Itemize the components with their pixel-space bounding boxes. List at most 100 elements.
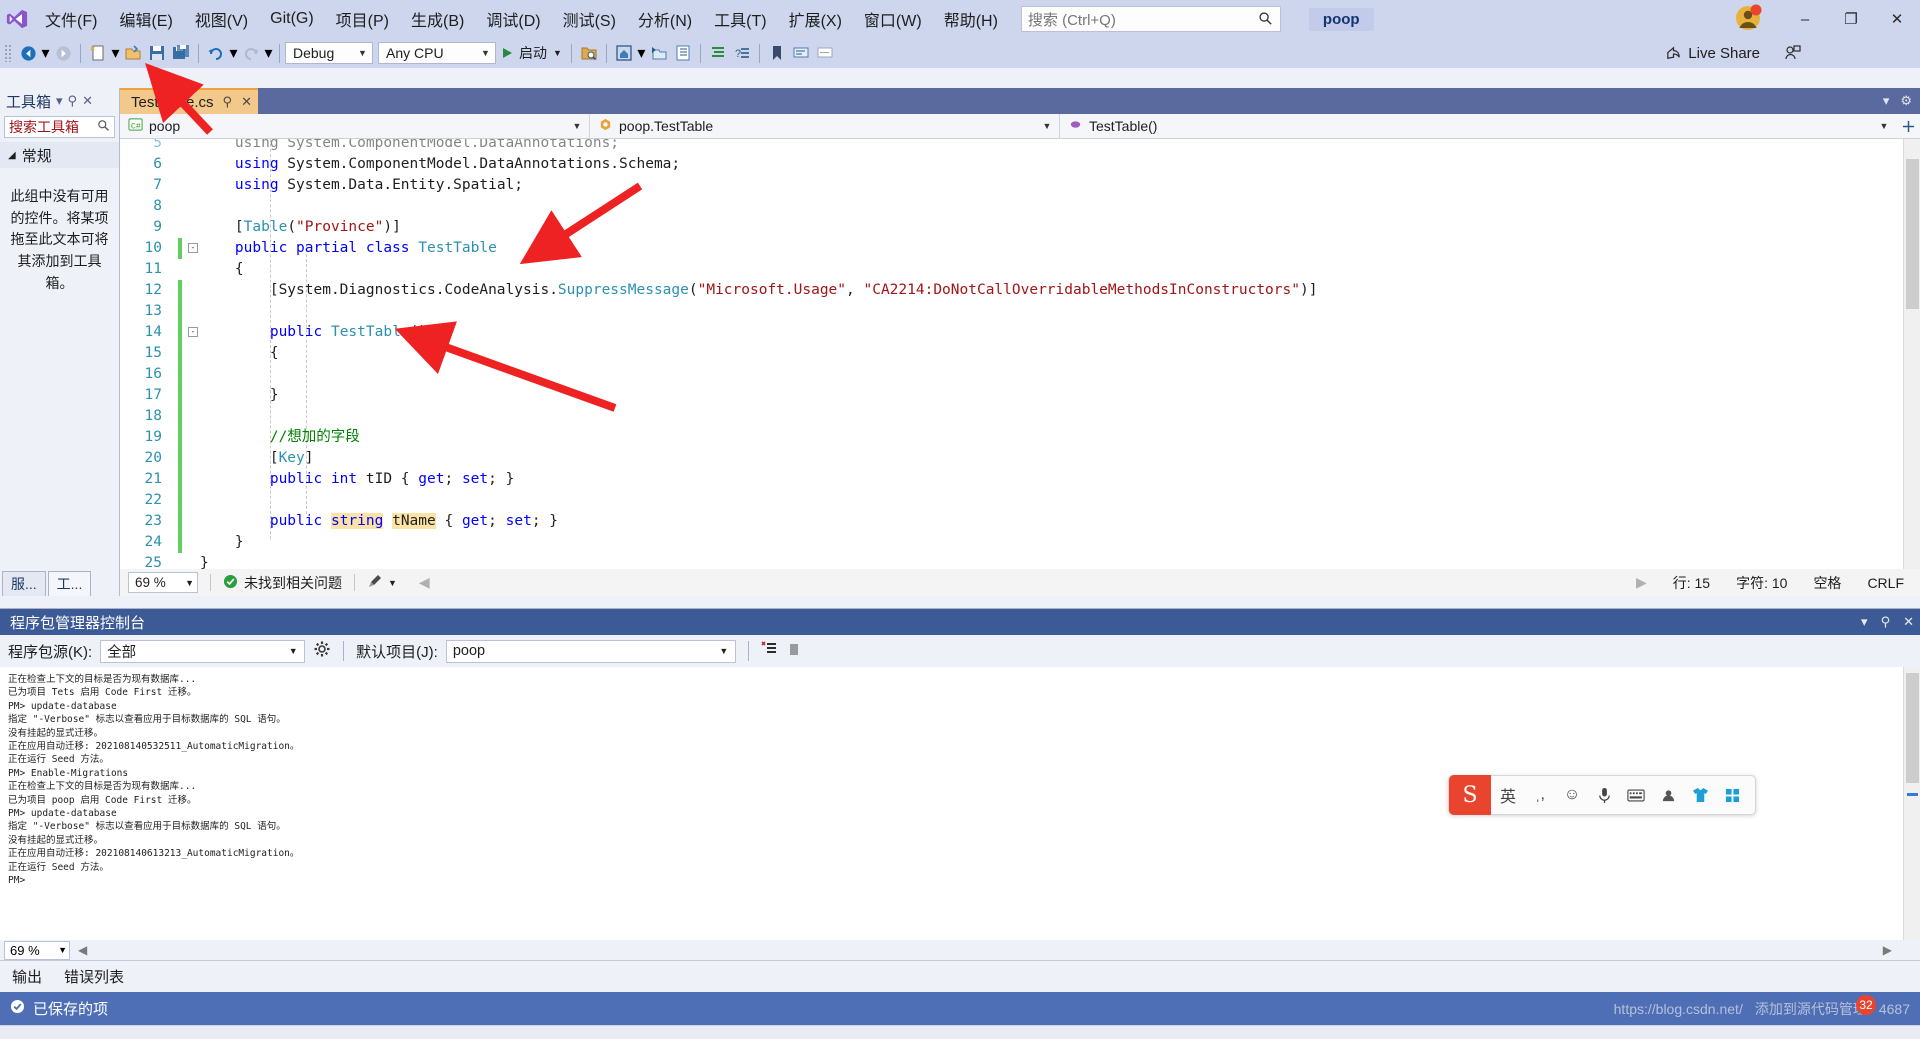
code-line[interactable]: 23 public string tName { get; set; } bbox=[120, 511, 1570, 532]
redo-icon[interactable] bbox=[239, 41, 263, 65]
chevron-down-icon[interactable]: ▼ bbox=[388, 578, 397, 588]
tab-toolbox[interactable]: 工... bbox=[47, 571, 92, 596]
code-line[interactable]: 13 bbox=[120, 301, 1570, 322]
code-line[interactable]: 21 public int tID { get; set; } bbox=[120, 469, 1570, 490]
menu-analyze[interactable]: 分析(N) bbox=[627, 0, 703, 38]
tab-error-list[interactable]: 错误列表 bbox=[64, 966, 124, 987]
pmc-settings-icon[interactable] bbox=[313, 640, 331, 662]
code-line[interactable]: 11 { bbox=[120, 259, 1570, 280]
menu-extensions[interactable]: 扩展(X) bbox=[778, 0, 853, 38]
pin-icon[interactable]: ⚲ bbox=[1881, 614, 1891, 630]
close-icon[interactable]: ✕ bbox=[241, 94, 252, 110]
code-line[interactable]: 12 [System.Diagnostics.CodeAnalysis.Supp… bbox=[120, 280, 1570, 301]
code-editor-surface[interactable]: 5 using System.ComponentModel.DataAnnota… bbox=[120, 139, 1920, 569]
pmc-scroll-thumb[interactable] bbox=[1906, 673, 1919, 783]
solution-configuration-combo[interactable]: Debug ▼ bbox=[285, 42, 373, 64]
toolbox-search-input[interactable]: 搜索工具箱 bbox=[4, 116, 115, 138]
redo-dropdown-icon[interactable]: ▾ bbox=[263, 41, 274, 65]
code-line[interactable]: 19 //想加的字段 bbox=[120, 427, 1570, 448]
code-line[interactable]: 9 [Table("Province")] bbox=[120, 217, 1570, 238]
chevron-down-icon[interactable]: ▾ bbox=[1861, 614, 1868, 630]
home-window-icon[interactable] bbox=[612, 41, 636, 65]
open-file-icon[interactable] bbox=[121, 41, 145, 65]
scroll-thumb[interactable] bbox=[1906, 159, 1919, 309]
menu-tools[interactable]: 工具(T) bbox=[703, 0, 777, 38]
menu-view[interactable]: 视图(V) bbox=[184, 0, 259, 38]
code-line[interactable]: 5 using System.ComponentModel.DataAnnota… bbox=[120, 139, 1570, 154]
toolbox-group-general[interactable]: ◢ 常规 bbox=[0, 142, 119, 168]
nav-member-combo[interactable]: TestTable() ▼ bbox=[1060, 114, 1896, 139]
pmc-horizontal-scrollbar[interactable]: 69 % ▼ ◀ ▶ bbox=[0, 940, 1920, 960]
undo-icon[interactable] bbox=[204, 41, 228, 65]
toolbox-window-icon[interactable]: ? bbox=[730, 41, 754, 65]
toolbar-grip[interactable] bbox=[4, 44, 13, 62]
close-button[interactable]: ✕ bbox=[1874, 0, 1920, 38]
minimize-button[interactable]: – bbox=[1782, 0, 1828, 38]
ime-punctuation-button[interactable]: ˌ, bbox=[1525, 775, 1555, 815]
code-line[interactable]: 6 using System.ComponentModel.DataAnnota… bbox=[120, 154, 1570, 175]
new-project-dropdown-icon[interactable]: ▾ bbox=[110, 41, 121, 65]
code-line[interactable]: 22 bbox=[120, 490, 1570, 511]
solution-platform-combo[interactable]: Any CPU ▼ bbox=[378, 42, 496, 64]
bookmark-icon[interactable] bbox=[765, 41, 789, 65]
save-all-icon[interactable] bbox=[169, 41, 193, 65]
navigate-forward-icon[interactable] bbox=[51, 41, 75, 65]
ime-emoji-icon[interactable]: ☺ bbox=[1557, 775, 1587, 815]
code-line[interactable]: 18 bbox=[120, 406, 1570, 427]
close-icon[interactable]: ✕ bbox=[1903, 614, 1914, 630]
pmc-scroll-left-icon[interactable]: ◀ bbox=[78, 943, 87, 957]
menu-test[interactable]: 测试(S) bbox=[552, 0, 627, 38]
nav-type-combo[interactable]: poop.TestTable ▼ bbox=[590, 113, 1060, 139]
search-folder-icon[interactable] bbox=[577, 41, 601, 65]
pin-icon[interactable]: ⚲ bbox=[223, 94, 233, 110]
code-line[interactable]: 14 - public TestTable() bbox=[120, 322, 1570, 343]
pin-icon[interactable]: ⚲ bbox=[68, 93, 78, 109]
pmc-stop-icon[interactable] bbox=[787, 642, 801, 660]
menu-project[interactable]: 项目(P) bbox=[325, 0, 400, 38]
ime-skin-icon[interactable] bbox=[1685, 775, 1715, 815]
pmc-scroll-right-icon[interactable]: ▶ bbox=[1883, 943, 1892, 957]
editor-vertical-scrollbar[interactable] bbox=[1903, 139, 1920, 569]
code-line[interactable]: 24 } bbox=[120, 532, 1570, 553]
fold-toggle-icon[interactable]: - bbox=[188, 243, 198, 253]
menu-build[interactable]: 生成(B) bbox=[400, 0, 475, 38]
nav-project-combo[interactable]: C# poop ▼ bbox=[120, 113, 590, 139]
pmc-clear-icon[interactable] bbox=[761, 640, 779, 662]
code-line[interactable]: 15 { bbox=[120, 343, 1570, 364]
start-debug-button[interactable]: 启动 ▼ bbox=[496, 41, 566, 65]
properties-window-icon[interactable] bbox=[671, 41, 695, 65]
home-window-dropdown-icon[interactable]: ▾ bbox=[636, 41, 647, 65]
cleanup-icon[interactable] bbox=[367, 573, 383, 592]
code-line[interactable]: 17 } bbox=[120, 385, 1570, 406]
tab-server-explorer[interactable]: 服... bbox=[2, 571, 46, 596]
tab-overflow-icon[interactable]: ▾ bbox=[1883, 93, 1890, 109]
new-project-icon[interactable] bbox=[86, 41, 110, 65]
sogou-logo-icon[interactable]: S bbox=[1449, 775, 1491, 815]
code-line[interactable]: 25} bbox=[120, 553, 1570, 569]
pmc-project-combo[interactable]: poop ▼ bbox=[445, 639, 736, 663]
editor-zoom-combo[interactable]: 69 % ▼ bbox=[128, 572, 198, 593]
nav-expand-icon[interactable] bbox=[1896, 120, 1920, 133]
code-line[interactable]: 16 bbox=[120, 364, 1570, 385]
account-avatar[interactable] bbox=[1734, 4, 1764, 34]
tab-settings-icon[interactable]: ⚙ bbox=[1900, 93, 1912, 109]
document-tab-testtable[interactable]: TestTable.cs ⚲ ✕ bbox=[120, 88, 258, 114]
ime-mode-button[interactable]: 英 bbox=[1493, 775, 1523, 815]
menu-edit[interactable]: 编辑(E) bbox=[108, 0, 183, 38]
code-line[interactable]: 10 - public partial class TestTable bbox=[120, 238, 1570, 259]
ime-voice-icon[interactable] bbox=[1589, 775, 1619, 815]
pmc-source-combo[interactable]: 全部 ▼ bbox=[100, 639, 306, 663]
scroll-right-icon[interactable]: ▶ bbox=[1636, 574, 1647, 591]
code-line[interactable]: 20 [Key] bbox=[120, 448, 1570, 469]
code-line[interactable]: 7 using System.Data.Entity.Spatial; bbox=[120, 175, 1570, 196]
live-share-button[interactable]: Live Share bbox=[1665, 38, 1802, 68]
save-icon[interactable] bbox=[145, 41, 169, 65]
menu-git[interactable]: Git(G) bbox=[259, 0, 325, 38]
quick-search-input[interactable]: 搜索 (Ctrl+Q) bbox=[1020, 6, 1281, 32]
menu-file[interactable]: 文件(F) bbox=[34, 0, 108, 38]
comment-icon[interactable] bbox=[789, 41, 813, 65]
undo-dropdown-icon[interactable]: ▾ bbox=[228, 41, 239, 65]
navigate-back-icon[interactable] bbox=[16, 41, 40, 65]
ime-keyboard-icon[interactable] bbox=[1621, 775, 1651, 815]
solution-explorer-icon[interactable] bbox=[647, 41, 671, 65]
